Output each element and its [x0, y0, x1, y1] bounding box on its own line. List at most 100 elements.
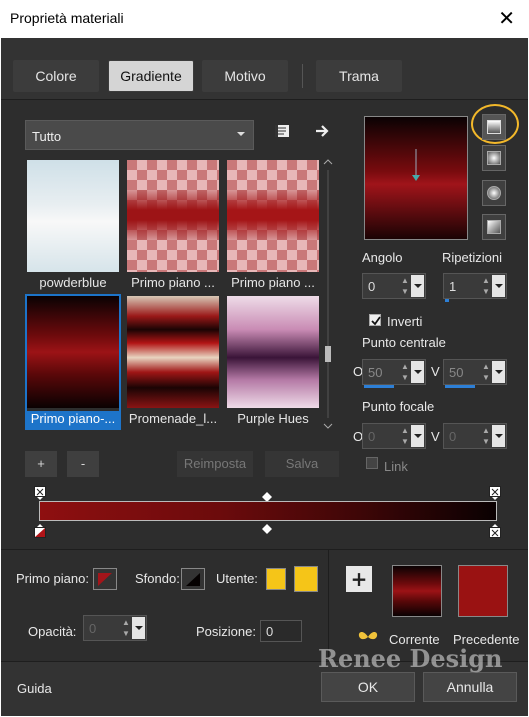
gradient-swatch [127, 160, 219, 272]
remove-gradient-button[interactable]: - [67, 451, 99, 477]
gallery-item[interactable]: powderblue [25, 158, 121, 294]
angle-value: 0 [368, 279, 376, 294]
chevron-down-icon[interactable] [411, 425, 424, 447]
rectangular-style-button[interactable] [482, 145, 506, 171]
gallery-item-label: powderblue [39, 275, 107, 290]
close-icon[interactable]: ✕ [498, 6, 515, 30]
spinner-arrows-icon[interactable]: ▲ ▼ [480, 361, 492, 383]
focal-v-label: V [431, 429, 440, 444]
slider-fill [364, 385, 394, 388]
user-swatch-1[interactable] [266, 568, 286, 590]
tab-bar: Colore Gradiente Motivo Trama [1, 38, 528, 100]
gallery-item[interactable]: Purple Hues [225, 294, 321, 430]
color-stop-top-left[interactable] [34, 486, 46, 500]
color-stop-bottom-left[interactable] [34, 524, 46, 538]
center-v-label: V [431, 364, 440, 379]
angle-input[interactable]: 0 ▲ ▼ [362, 273, 426, 299]
window-title: Proprietà materiali [10, 10, 124, 26]
position-label: Posizione: [196, 624, 256, 639]
chevron-down-icon[interactable] [492, 361, 505, 383]
book-icon[interactable] [271, 122, 293, 144]
focal-h-input[interactable]: 0 ▲ ▼ [362, 423, 426, 449]
user-label: Utente: [216, 571, 258, 586]
add-gradient-button[interactable]: + [25, 451, 57, 477]
midpoint-top-marker[interactable] [262, 490, 272, 502]
center-v-input[interactable]: 50 ▲ ▼ [443, 359, 507, 388]
spinner-arrows-icon[interactable]: ▲ ▼ [120, 617, 132, 639]
gallery-item[interactable]: Primo piano ... [225, 158, 321, 294]
background-swatch[interactable] [181, 568, 205, 590]
slider-fill [445, 299, 449, 302]
opacity-label: Opacità: [28, 624, 77, 639]
focal-point-label: Punto focale [362, 399, 435, 414]
chevron-down-icon[interactable] [132, 617, 145, 639]
gradient-swatch [127, 296, 219, 408]
user-swatch-2[interactable] [294, 566, 318, 592]
gradient-swatch [227, 160, 319, 272]
save-button[interactable]: Salva [265, 451, 339, 477]
gradient-swatch [27, 160, 119, 272]
previous-swatch[interactable] [458, 565, 508, 617]
color-stop-bottom-right[interactable] [489, 524, 501, 538]
opacity-input[interactable]: 0 ▲ ▼ [83, 615, 147, 641]
tab-trama[interactable]: Trama [316, 60, 402, 92]
midpoint-bottom-marker[interactable] [262, 522, 272, 534]
chevron-down-icon[interactable] [411, 361, 424, 383]
angle-label: Angolo [362, 250, 403, 265]
tab-divider [302, 64, 303, 88]
gallery-item-label: Primo piano ... [131, 275, 215, 290]
arrow-right-icon[interactable] [311, 122, 333, 144]
position-value: 0 [266, 624, 274, 639]
linear-style-button[interactable] [482, 114, 506, 140]
gallery-item[interactable]: Primo piano ... [125, 158, 221, 294]
link-checkbox[interactable] [366, 457, 378, 469]
slider-fill [445, 385, 475, 388]
sunburst-style-button[interactable] [482, 180, 506, 206]
chevron-down-icon [237, 132, 245, 136]
dialog-body: Colore Gradiente Motivo Trama Tutto powd… [1, 38, 528, 716]
focal-v-input[interactable]: 0 ▲ ▼ [443, 423, 507, 449]
center-point-label: Punto centrale [362, 335, 446, 350]
add-swatch-icon[interactable]: + [346, 566, 372, 592]
center-h-input[interactable]: 50 ▲ ▼ [362, 359, 426, 388]
chevron-down-icon[interactable] [492, 425, 505, 447]
current-swatch[interactable] [392, 565, 442, 617]
position-input[interactable]: 0 [260, 620, 302, 642]
spinner-arrows-icon[interactable]: ▲ ▼ [399, 425, 411, 447]
checkmark-icon [371, 316, 381, 326]
gradient-editor-bar[interactable] [39, 501, 497, 521]
spinner-arrows-icon[interactable]: ▲ ▼ [399, 361, 411, 383]
gallery-item-label: Primo piano ... [231, 275, 315, 290]
foreground-swatch[interactable] [93, 568, 117, 590]
focal-h-value: 0 [368, 429, 376, 444]
chevron-down-icon[interactable] [492, 275, 505, 297]
gradient-swatch [27, 296, 119, 408]
spinner-arrows-icon[interactable]: ▲ ▼ [480, 425, 492, 447]
gallery-scrollbar[interactable] [321, 156, 335, 432]
opacity-value: 0 [89, 621, 97, 636]
radial-style-button[interactable] [482, 214, 506, 240]
gallery-item-label: Purple Hues [237, 411, 309, 426]
color-stop-top-right[interactable] [489, 486, 501, 500]
invert-checkbox[interactable] [369, 314, 381, 326]
chevron-down-icon[interactable] [411, 275, 424, 297]
tab-colore[interactable]: Colore [13, 60, 99, 92]
help-link[interactable]: Guida [17, 681, 52, 696]
category-dropdown[interactable]: Tutto [25, 120, 254, 150]
cancel-button[interactable]: Annulla [423, 672, 517, 702]
spinner-arrows-icon[interactable]: ▲ ▼ [480, 275, 492, 297]
reset-button[interactable]: Reimposta [177, 451, 253, 477]
repeat-value: 1 [449, 279, 457, 294]
repeat-input[interactable]: 1 ▲ ▼ [443, 273, 507, 302]
center-v-value: 50 [449, 365, 464, 380]
gallery-item[interactable]: Promenade_l... [125, 294, 221, 430]
tab-gradiente[interactable]: Gradiente [108, 60, 194, 92]
gradient-preview[interactable] [364, 116, 468, 240]
ok-button[interactable]: OK [321, 672, 415, 702]
tab-motivo[interactable]: Motivo [202, 60, 288, 92]
gallery-item-label: Promenade_l... [128, 411, 218, 426]
gallery-item-selected[interactable]: Primo piano-... [25, 294, 121, 430]
spinner-arrows-icon[interactable]: ▲ ▼ [399, 275, 411, 297]
focal-v-value: 0 [449, 429, 457, 444]
invert-label: Inverti [387, 314, 423, 329]
